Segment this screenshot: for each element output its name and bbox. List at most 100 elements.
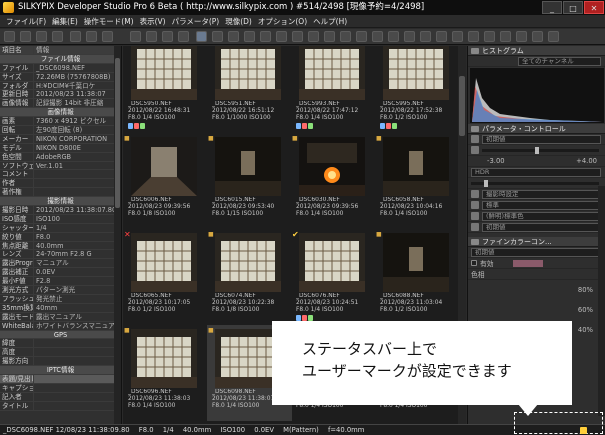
toolbar-tool-icon[interactable] — [244, 31, 255, 42]
toolbar-tool-icon[interactable] — [130, 31, 141, 42]
fine-enable-checkbox[interactable] — [471, 260, 477, 266]
thumbnail-image[interactable] — [383, 137, 449, 196]
menu-view[interactable]: 表示(V) — [137, 15, 169, 27]
thumbnail-cell[interactable]: ■ _DSC6088.NEF 2012/08/23 11:03:04 F8.0 1/2… — [375, 229, 460, 325]
thumbnail-image[interactable] — [383, 233, 449, 292]
caption-date: 2012/08/22 17:47:12 — [296, 108, 359, 114]
toolbar-tool-icon[interactable] — [162, 31, 173, 42]
hdr-select[interactable]: HDR — [471, 167, 601, 177]
thumbnail-cell[interactable]: ■ _DSC5950.NEF2012/08/22 16:48:31F8.0 1/4… — [123, 46, 208, 133]
toolbar-tool-icon[interactable] — [340, 31, 351, 42]
toolbar-tool-icon[interactable] — [436, 31, 447, 42]
info-scrollbar[interactable] — [114, 46, 121, 424]
toolbar-tool-icon[interactable] — [548, 31, 559, 42]
maximize-button[interactable]: □ — [563, 1, 583, 14]
toolbar-tool-icon[interactable] — [420, 31, 431, 42]
histogram-header[interactable]: ヒストグラム — [468, 46, 605, 56]
toolbar-tool-icon[interactable] — [146, 31, 157, 42]
toolbar-tool-icon[interactable] — [388, 31, 399, 42]
menu-option[interactable]: オプション(O) — [255, 15, 310, 27]
toolbar-tool-icon[interactable] — [356, 31, 367, 42]
thumbnail-cell[interactable]: ✔ _DSC6076.NEF 2012/08/23 10:24:51 F8.0 1/4… — [291, 229, 376, 325]
white-balance-select[interactable]: 撮影時設定 — [482, 189, 601, 199]
toolbar-tool-icon[interactable] — [52, 31, 63, 42]
toolbar-tool-icon[interactable] — [452, 31, 463, 42]
close-button[interactable]: ✕ — [584, 1, 604, 14]
thumbnail-cell[interactable]: ■ _DSC6006.NEF 2012/08/23 09:39:56 F8.0 1/8… — [123, 133, 208, 229]
menu-develop[interactable]: 現像(D) — [222, 15, 255, 27]
thumbnail-cell[interactable]: ■ _DSC6015.NEF 2012/08/23 09:53:40 F8.0 1/1… — [207, 133, 292, 229]
toolbar-tool-icon[interactable] — [532, 31, 543, 42]
info-scroll-thumb[interactable] — [115, 58, 120, 208]
menu-file[interactable]: ファイル(F) — [3, 15, 49, 27]
toolbar-tool-icon[interactable] — [500, 31, 511, 42]
toolbar-tool-icon[interactable] — [516, 31, 527, 42]
toolbar-tool-icon[interactable] — [36, 31, 47, 42]
fine-color-header[interactable]: ファインカラーコン... — [468, 237, 605, 247]
toolbar-tool-icon[interactable] — [212, 31, 223, 42]
fine-color-select[interactable]: 初期値 — [471, 247, 601, 257]
sharpness-select[interactable]: 初期値 — [482, 222, 601, 232]
channel-select[interactable]: 全てのチャンネル — [518, 56, 601, 66]
info-section-header[interactable]: ファイル情報 — [0, 54, 121, 64]
exposure-slider[interactable] — [482, 146, 599, 154]
fine-color-swatch[interactable] — [512, 259, 543, 267]
thumbnail-cell[interactable]: ■ _DSC6058.NEF 2012/08/23 10:04:16 F8.0 1/4… — [375, 133, 460, 229]
toolbar-tool-icon[interactable] — [4, 31, 15, 42]
hdr-slider[interactable] — [471, 179, 599, 187]
tone-select[interactable]: 標準 — [482, 200, 601, 210]
thumbnail-image[interactable] — [215, 46, 281, 100]
thumbnail-image[interactable] — [383, 46, 449, 100]
thumbnail-image[interactable] — [215, 233, 281, 292]
menu-help[interactable]: ヘルプ(H) — [310, 15, 350, 27]
menu-edit[interactable]: 編集(E) — [49, 15, 81, 27]
toolbar-tool-icon[interactable] — [292, 31, 303, 42]
minimize-button[interactable]: _ — [542, 1, 562, 14]
info-section-header[interactable]: 画像情報 — [0, 108, 121, 118]
thumbnail-cell[interactable]: ■ _DSC6074.NEF 2012/08/23 10:22:38 F8.0 1/8… — [207, 229, 292, 325]
toolbar-tool-icon[interactable] — [276, 31, 287, 42]
toolbar-tool-icon[interactable] — [86, 31, 97, 42]
color-select[interactable]: (鮮明)標準色 — [482, 211, 601, 221]
thumbnail-cell[interactable]: ✕ _DSC6065.NEF 2012/08/23 10:17:05 F8.0 1/2… — [123, 229, 208, 325]
thumbnail-image[interactable] — [131, 137, 197, 196]
thumbnail-cell[interactable]: ■ _DSC6096.NEF 2012/08/23 11:38:03 F8.0 1/4… — [123, 325, 208, 421]
toolbar-tool-icon[interactable] — [178, 31, 189, 42]
thumbnail-cell[interactable]: ✔ _DSC5995.NEF2012/08/22 17:52:38F8.0 1/2… — [375, 46, 460, 133]
thumbnail-image[interactable] — [299, 137, 365, 196]
menu-mode[interactable]: 操作モード(M) — [81, 15, 137, 27]
right-scrollbar[interactable] — [598, 186, 605, 416]
toolbar-tool-icon[interactable] — [308, 31, 319, 42]
thumbnail-cell[interactable]: ■ _DSC6030.NEF 2012/08/23 09:39:56 F8.0 1/4… — [291, 133, 376, 229]
toolbar-tool-icon[interactable] — [196, 31, 207, 42]
toolbar-tool-icon[interactable] — [260, 31, 271, 42]
folder-tag-icon: ■ — [208, 231, 214, 238]
toolbar-tool-icon[interactable] — [404, 31, 415, 42]
toolbar-tool-icon[interactable] — [102, 31, 113, 42]
menu-parameter[interactable]: パラメータ(P) — [169, 15, 223, 27]
info-section-header[interactable]: GPS — [0, 330, 121, 340]
toolbar-tool-icon[interactable] — [70, 31, 81, 42]
thumbnail-image[interactable] — [299, 46, 365, 100]
exposure-knob[interactable] — [534, 146, 539, 154]
thumbnail-image[interactable] — [215, 137, 281, 196]
parameter-control-header[interactable]: パラメータ・コントロール — [468, 124, 605, 134]
info-section-header[interactable]: IPTC情報 — [0, 366, 121, 375]
thumbnail-cell[interactable]: ■ _DSC5951.NEF2012/08/22 16:51:12F8.0 1/1… — [207, 46, 292, 133]
preset-select[interactable]: 初期値 — [482, 134, 601, 144]
thumbnail-cell[interactable]: ■ _DSC5993.NEF2012/08/22 17:47:12F8.0 1/4… — [291, 46, 376, 133]
toolbar-tool-icon[interactable] — [372, 31, 383, 42]
info-section-header[interactable]: 撮影情報 — [0, 197, 121, 207]
thumbnail-image[interactable] — [131, 46, 197, 100]
folder-tag-icon: ■ — [124, 46, 130, 47]
thumbnail-image[interactable] — [131, 329, 197, 388]
toolbar-tool-icon[interactable] — [468, 31, 479, 42]
toolbar-tool-icon[interactable] — [484, 31, 495, 42]
thumbnail-image[interactable] — [131, 233, 197, 292]
hdr-knob[interactable] — [483, 179, 488, 187]
toolbar-tool-icon[interactable] — [324, 31, 335, 42]
user-mark-icon[interactable] — [580, 427, 587, 434]
toolbar-tool-icon[interactable] — [228, 31, 239, 42]
thumbnail-image[interactable] — [299, 233, 365, 292]
toolbar-tool-icon[interactable] — [20, 31, 31, 42]
